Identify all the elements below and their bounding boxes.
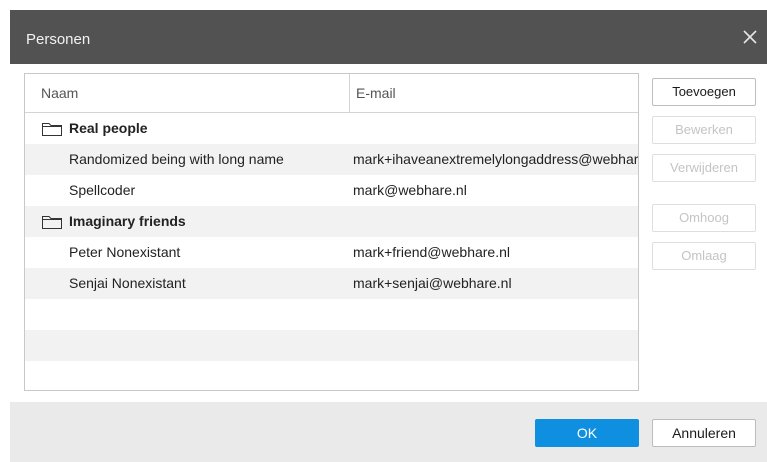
ok-button[interactable]: OK <box>535 419 639 447</box>
table-row[interactable]: Senjai Nonexistant mark+senjai@webhare.nl <box>25 268 638 299</box>
dialog-footer: OK Annuleren <box>10 402 767 462</box>
person-name: Spellcoder <box>69 182 136 198</box>
group-row[interactable]: Imaginary friends <box>25 206 638 237</box>
folder-icon <box>42 216 62 229</box>
table-row[interactable]: Peter Nonexistant mark+friend@webhare.nl <box>25 237 638 268</box>
group-row[interactable]: Real people <box>25 113 638 144</box>
page: Personen Naam E-mail Real people Randomiz… <box>0 0 767 462</box>
person-name: Randomized being with long name <box>69 151 284 167</box>
person-email: mark@webhare.nl <box>353 182 467 198</box>
table-row[interactable]: Spellcoder mark@webhare.nl <box>25 175 638 206</box>
close-icon <box>743 30 757 44</box>
dialog-titlebar: Personen <box>10 10 767 64</box>
person-email: mark+friend@webhare.nl <box>353 244 511 260</box>
group-name: Imaginary friends <box>69 213 186 229</box>
cancel-button[interactable]: Annuleren <box>652 419 756 447</box>
persons-list[interactable]: Naam E-mail Real people Randomized being … <box>24 73 639 391</box>
empty-row <box>25 361 638 390</box>
column-header-email[interactable]: E-mail <box>349 74 636 112</box>
edit-button[interactable]: Bewerken <box>652 116 756 144</box>
person-email: mark+senjai@webhare.nl <box>353 275 512 291</box>
folder-icon <box>42 123 62 136</box>
delete-button[interactable]: Verwijderen <box>652 154 756 182</box>
column-header-naam[interactable]: Naam <box>41 74 78 112</box>
table-row[interactable]: Randomized being with long name mark+ihav… <box>25 144 638 175</box>
close-button[interactable] <box>741 28 759 46</box>
group-name: Real people <box>69 120 148 136</box>
move-down-button[interactable]: Omlaag <box>652 242 756 270</box>
move-up-button[interactable]: Omhoog <box>652 204 756 232</box>
dialog-title: Personen <box>26 31 91 48</box>
person-name: Senjai Nonexistant <box>69 275 186 291</box>
persons-dialog: Personen Naam E-mail Real people Randomiz… <box>10 10 767 462</box>
empty-row <box>25 330 638 361</box>
list-header: Naam E-mail <box>25 74 638 113</box>
person-name: Peter Nonexistant <box>69 244 181 260</box>
person-email: mark+ihaveanextremelylongaddress@webhare… <box>353 151 639 167</box>
list-rows: Real people Randomized being with long na… <box>25 113 638 390</box>
empty-row <box>25 299 638 330</box>
add-button[interactable]: Toevoegen <box>652 78 756 106</box>
